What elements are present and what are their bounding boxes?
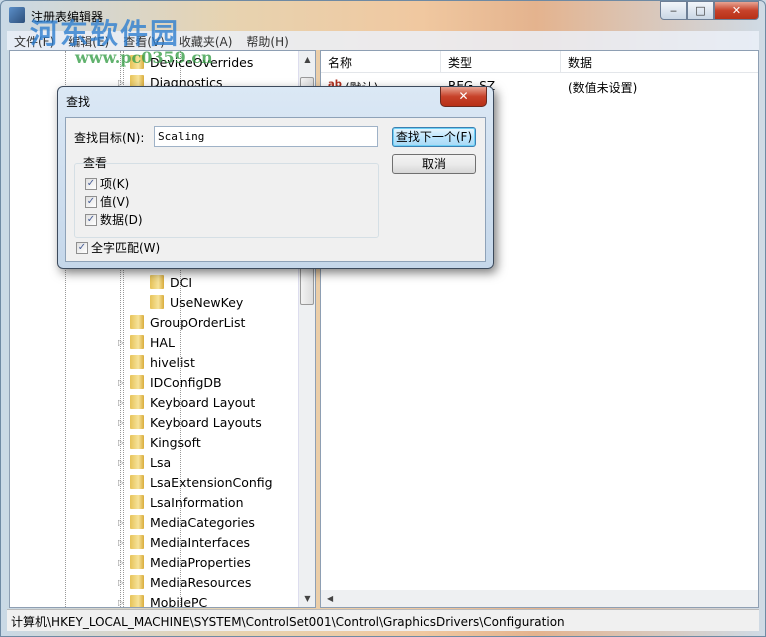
scroll-up-arrow-icon[interactable]: ▲: [299, 51, 315, 68]
folder-icon: [130, 575, 144, 589]
column-header-name[interactable]: 名称: [321, 51, 441, 72]
expand-arrow-icon[interactable]: ▷: [118, 513, 126, 533]
close-button[interactable]: ✕: [714, 1, 759, 20]
tree-item[interactable]: DCI: [138, 273, 192, 293]
tree-item-label: Kingsoft: [150, 435, 201, 450]
expand-arrow-icon[interactable]: ▷: [118, 433, 126, 453]
maximize-button[interactable]: □: [687, 1, 714, 20]
tree-item-label: DCI: [170, 275, 193, 290]
tree-item[interactable]: ▷ MediaInterfaces: [118, 533, 250, 553]
column-header-type[interactable]: 类型: [441, 51, 561, 72]
find-dialog: 查找 ✕ 查找目标(N): Scaling 查找下一个(F) 取消 查看 ✓ 项(…: [57, 86, 494, 269]
find-what-input[interactable]: Scaling: [154, 126, 378, 147]
tree-item[interactable]: hivelist: [118, 353, 195, 373]
folder-icon: [130, 535, 144, 549]
tree-item[interactable]: ▷ HAL: [118, 333, 175, 353]
column-header-data[interactable]: 数据: [561, 51, 758, 72]
folder-icon: [130, 375, 144, 389]
tree-item[interactable]: LsaInformation: [118, 493, 244, 513]
folder-icon: [130, 595, 144, 607]
expand-arrow-icon[interactable]: ▷: [118, 333, 126, 353]
status-bar-path: 计算机\HKEY_LOCAL_MACHINE\SYSTEM\ControlSet…: [7, 609, 759, 631]
value-data: (数值未设置): [568, 81, 638, 95]
tree-item[interactable]: ▷ MobilePC: [118, 593, 208, 608]
tree-item-label: UseNewKey: [170, 295, 244, 310]
data-checkbox[interactable]: ✓ 数据(D): [85, 211, 143, 228]
tree-item[interactable]: ▷ MediaCategories: [118, 513, 255, 533]
expand-arrow-icon[interactable]: ▷: [118, 393, 126, 413]
folder-icon: [150, 275, 164, 289]
tree-item-label: LsaInformation: [150, 495, 244, 510]
tree-item[interactable]: ▷ LsaExtensionConfig: [118, 473, 273, 493]
folder-icon: [150, 295, 164, 309]
folder-icon: [130, 335, 144, 349]
find-what-label: 查找目标(N):: [74, 131, 145, 145]
dialog-close-button[interactable]: ✕: [440, 87, 487, 107]
expand-arrow-icon[interactable]: ▷: [118, 573, 126, 593]
folder-icon: [130, 515, 144, 529]
folder-icon: [130, 495, 144, 509]
list-horizontal-scrollbar[interactable]: ◀: [321, 590, 758, 607]
tree-item-label: MediaProperties: [150, 555, 251, 570]
tree-item-label: hivelist: [150, 355, 195, 370]
expand-arrow-icon[interactable]: ▷: [118, 413, 126, 433]
tree-item-label: GroupOrderList: [150, 315, 246, 330]
tree-item-label: MobilePC: [150, 595, 208, 608]
minimize-button[interactable]: ‒: [660, 1, 687, 20]
folder-icon: [130, 355, 144, 369]
tree-item[interactable]: ▷ Keyboard Layouts: [118, 413, 262, 433]
folder-icon: [130, 435, 144, 449]
expand-arrow-icon[interactable]: ▷: [118, 553, 126, 573]
tree-item[interactable]: ▷ MediaResources: [118, 573, 251, 593]
watermark-url: www.pc0359.cn: [75, 48, 213, 67]
tree-item[interactable]: UseNewKey: [138, 293, 243, 313]
tree-item[interactable]: ▷ IDConfigDB: [118, 373, 222, 393]
tree-item-label: Keyboard Layouts: [150, 415, 262, 430]
tree-item-label: HAL: [150, 335, 175, 350]
menu-help[interactable]: 帮助(H): [239, 31, 295, 50]
tree-item[interactable]: ▷ MediaProperties: [118, 553, 251, 573]
keys-checkbox[interactable]: ✓ 项(K): [85, 175, 129, 192]
tree-item-label: MediaCategories: [150, 515, 255, 530]
folder-icon: [130, 315, 144, 329]
folder-icon: [130, 455, 144, 469]
dialog-title: 查找: [66, 95, 91, 109]
expand-arrow-icon[interactable]: ▷: [118, 453, 126, 473]
expand-arrow-icon[interactable]: ▷: [118, 533, 126, 553]
folder-icon: [130, 395, 144, 409]
scroll-down-arrow-icon[interactable]: ▼: [299, 590, 315, 607]
tree-item[interactable]: ▷ Kingsoft: [118, 433, 201, 453]
regedit-icon: [9, 7, 25, 23]
watermark-logo: 河东软件园: [30, 17, 181, 50]
tree-item-label: IDConfigDB: [150, 375, 222, 390]
folder-icon: [130, 555, 144, 569]
tree-item-label: Lsa: [150, 455, 172, 470]
expand-arrow-icon[interactable]: ▷: [118, 473, 126, 493]
checkmark-icon: ✓: [76, 241, 88, 254]
folder-icon: [130, 475, 144, 489]
tree-item[interactable]: ▷ Lsa: [118, 453, 171, 473]
checkmark-icon: ✓: [85, 177, 97, 190]
cancel-button[interactable]: 取消: [392, 154, 476, 174]
tree-item-label: Keyboard Layout: [150, 395, 256, 410]
tree-item[interactable]: ▷ Keyboard Layout: [118, 393, 255, 413]
match-whole-string-checkbox[interactable]: ✓ 全字匹配(W): [76, 239, 160, 256]
values-checkbox[interactable]: ✓ 值(V): [85, 193, 130, 210]
checkmark-icon: ✓: [85, 195, 97, 208]
tree-item-label: LsaExtensionConfig: [150, 475, 273, 490]
expand-arrow-icon[interactable]: ▷: [118, 373, 126, 393]
folder-icon: [130, 415, 144, 429]
tree-item-label: MediaInterfaces: [150, 535, 251, 550]
checkmark-icon: ✓: [85, 213, 97, 226]
tree-item[interactable]: GroupOrderList: [118, 313, 245, 333]
expand-arrow-icon[interactable]: ▷: [118, 593, 126, 607]
find-next-button[interactable]: 查找下一个(F): [392, 127, 476, 147]
tree-item-label: MediaResources: [150, 575, 252, 590]
